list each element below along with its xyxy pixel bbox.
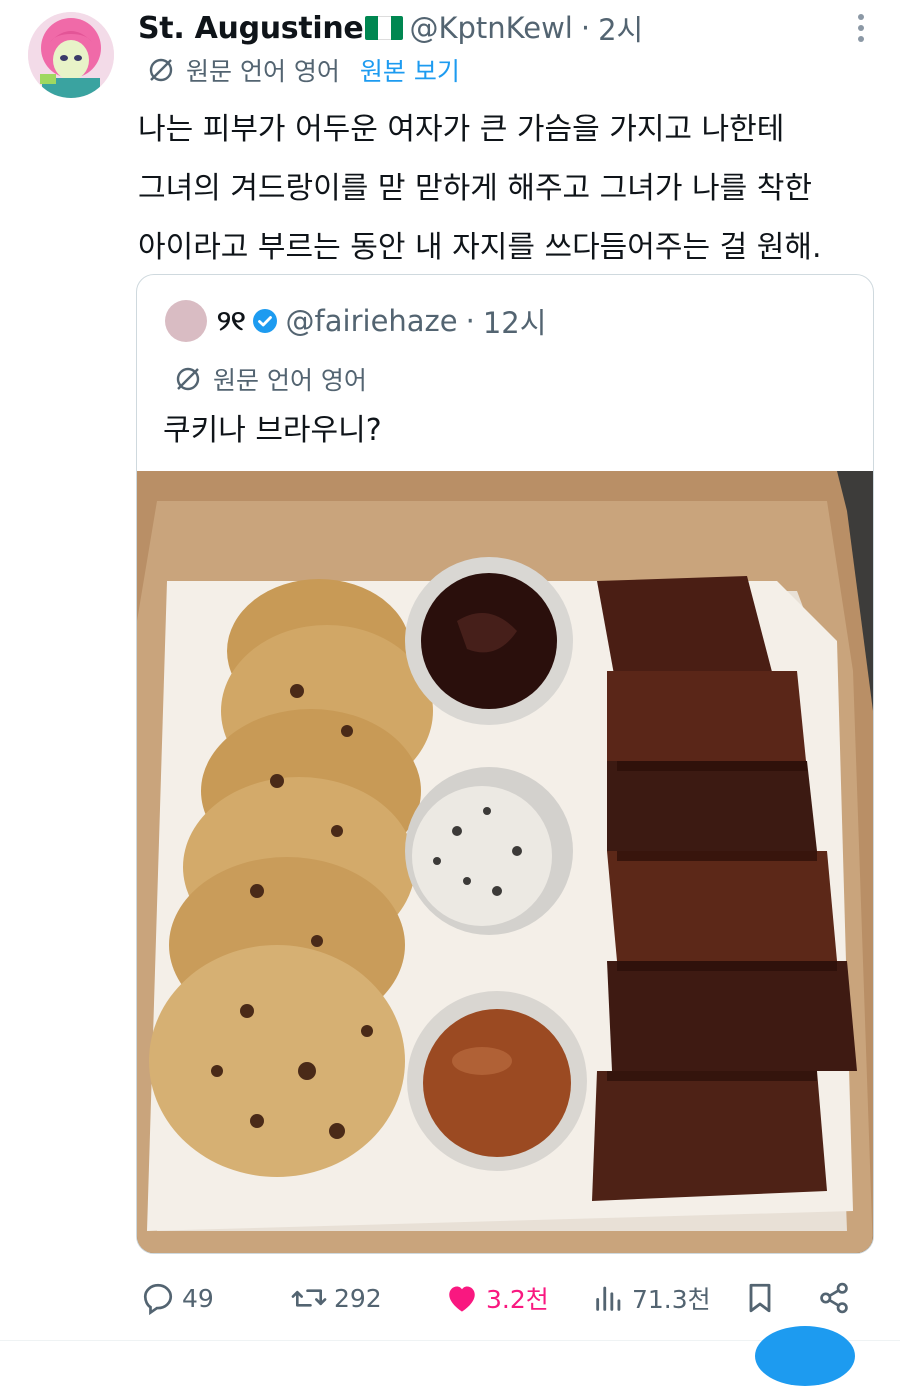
quoted-tweet-header: ୨୧ @fairiehaze · 12시 [165, 299, 546, 343]
quoted-tweet-time[interactable]: 12시 [483, 300, 547, 342]
verified-badge-icon [252, 309, 277, 333]
tweet-text-line: 그녀의 겨드랑이를 맏 맏하게 해주고 그녀가 나를 착한 [138, 171, 812, 206]
bookmark-icon [749, 1283, 771, 1313]
reply-button[interactable]: 49 [140, 1276, 214, 1320]
show-original-link[interactable]: 원본 보기 [360, 52, 460, 88]
tweet-header: St. Augustine @KptnKewl · 2시 [138, 8, 820, 48]
flag-stripe [378, 16, 391, 40]
more-options-icon[interactable] [858, 14, 866, 42]
cookies-brownies-box-photo[interactable] [137, 471, 873, 1253]
retweet-button[interactable]: 292 [290, 1276, 382, 1320]
quoted-translation-row: 원문 언어 영어 [173, 361, 367, 397]
quoted-tweet-text: 쿠키나 브라우니? [163, 413, 382, 448]
header-separator: · [580, 11, 591, 45]
translate-icon [176, 367, 200, 391]
cookies-cream-dip-cup [405, 767, 573, 935]
like-count: 3.2천 [486, 1285, 549, 1314]
bookmark-button[interactable] [742, 1276, 784, 1320]
views-chart-icon [596, 1286, 621, 1311]
retweet-count: 292 [334, 1283, 382, 1313]
view-count: 71.3천 [632, 1285, 711, 1314]
quoted-author-handle[interactable]: @fairiehaze [286, 304, 458, 338]
author-name[interactable]: St. Augustine [138, 11, 364, 46]
quoted-author-name[interactable]: ୨୧ [217, 304, 246, 338]
tweet-time[interactable]: 2시 [598, 7, 643, 49]
translation-label: 원문 언어 영어 [186, 57, 340, 86]
chocolate-dip-cup [405, 557, 573, 725]
share-icon [820, 1282, 848, 1314]
author-handle[interactable]: @KptnKewl [409, 11, 572, 45]
compose-fab-button[interactable] [755, 1326, 855, 1386]
reply-count: 49 [182, 1283, 214, 1313]
flag-stripe [390, 16, 404, 40]
tweet-text: 나는 피부가 어두운 여자가 큰 가슴을 가지고 나한테 그녀의 겨드랑이를 맏… [138, 100, 878, 277]
tweet-actions: 49 292 3.2천 71.3천 [136, 1276, 876, 1320]
tweet-text-line: 아이라고 부르는 동안 내 자지를 쓰다듬어주는 걸 원해. [138, 230, 822, 265]
retweet-icon [291, 1289, 327, 1307]
author-avatar[interactable] [28, 12, 114, 98]
quoted-tweet[interactable]: ୨୧ @fairiehaze · 12시 원문 언어 영어 쿠키나 브라우니? [136, 274, 874, 1254]
quoted-author-avatar[interactable] [165, 300, 207, 342]
share-button[interactable] [816, 1276, 858, 1320]
quoted-translation-label: 원문 언어 영어 [213, 366, 367, 395]
views-button[interactable]: 71.3천 [592, 1276, 711, 1320]
reply-icon [143, 1283, 173, 1316]
caramel-dip-cup [407, 991, 587, 1171]
tweet-text-line: 나는 피부가 어두운 여자가 큰 가슴을 가지고 나한테 [138, 112, 785, 147]
nigeria-flag-icon [365, 16, 404, 40]
heart-filled-icon [449, 1286, 475, 1312]
translate-icon [149, 58, 173, 82]
flag-stripe [365, 16, 379, 40]
translation-row: 원문 언어 영어 원본 보기 [146, 52, 460, 88]
like-button[interactable]: 3.2천 [444, 1276, 549, 1320]
quoted-separator: · [465, 304, 475, 338]
avatar-image [28, 12, 114, 98]
